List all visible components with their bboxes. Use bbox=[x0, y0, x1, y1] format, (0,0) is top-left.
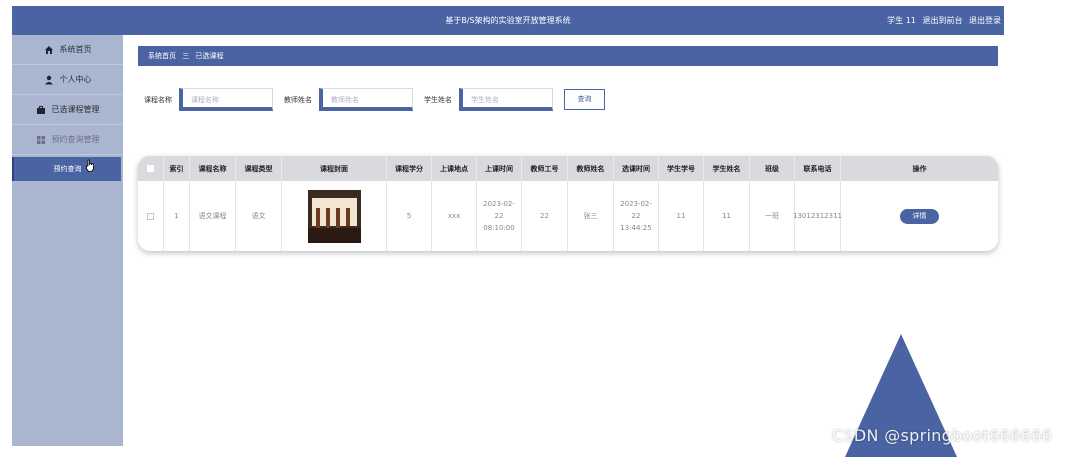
course-name-input[interactable]: 课程名称 bbox=[179, 88, 273, 111]
teacher-name-input[interactable]: 教师姓名 bbox=[319, 88, 413, 111]
sidebar-subitem-booking-query[interactable]: 预约查询 bbox=[12, 157, 121, 181]
sidebar: 系统首页 个人中心 已选课程管理 预约查询管理 预约查询 bbox=[12, 35, 123, 446]
cell-student-name: 11 bbox=[704, 181, 750, 251]
cell-select-time: 2023-02-22 13:44:25 bbox=[614, 181, 659, 251]
sidebar-subitem-label: 预约查询 bbox=[53, 165, 82, 173]
sidebar-item-label: 个人中心 bbox=[59, 75, 92, 84]
column-header: 学生学号 bbox=[659, 156, 704, 181]
column-header: 课程学分 bbox=[387, 156, 432, 181]
row-checkbox[interactable] bbox=[147, 212, 154, 220]
hand-cursor-icon bbox=[86, 159, 94, 172]
sidebar-item-home[interactable]: 系统首页 bbox=[12, 35, 123, 65]
column-header: 教师姓名 bbox=[568, 156, 614, 181]
cell-class-time: 2023-02-22 08:10:00 bbox=[477, 181, 522, 251]
column-header: 教师工号 bbox=[522, 156, 568, 181]
sidebar-item-label: 系统首页 bbox=[59, 45, 92, 54]
current-user: 学生 11 bbox=[887, 16, 916, 25]
row-select-cell bbox=[138, 181, 164, 251]
column-header: 课程类型 bbox=[236, 156, 282, 181]
sidebar-item-label: 已选课程管理 bbox=[51, 105, 100, 114]
briefcase-icon bbox=[36, 105, 45, 114]
cell-course-type: 语文 bbox=[236, 181, 282, 251]
query-button[interactable]: 查询 bbox=[564, 89, 605, 110]
logout-link[interactable]: 退出登录 bbox=[969, 16, 1001, 25]
sidebar-item-label: 预约查询管理 bbox=[51, 135, 100, 144]
home-icon bbox=[44, 45, 53, 54]
cell-course-name: 语文课程 bbox=[190, 181, 236, 251]
cell-teacher-name: 张三 bbox=[568, 181, 614, 251]
student-name-input[interactable]: 学生姓名 bbox=[459, 88, 553, 111]
table-body: 1 语文课程 语文 5 xxx 2023-02-22 08:10:00 22 张… bbox=[138, 181, 998, 251]
column-header: 课程名称 bbox=[190, 156, 236, 181]
search-bar: 课程名称 课程名称 教师姓名 教师姓名 学生姓名 学生姓名 查询 bbox=[123, 85, 1004, 115]
system-title: 基于B/S架构的实验室开放管理系统 bbox=[445, 16, 571, 25]
cell-teacher-no: 22 bbox=[522, 181, 568, 251]
cell-phone: 13012312311 bbox=[793, 181, 842, 251]
course-cover-image bbox=[307, 189, 361, 243]
column-header: 班级 bbox=[750, 156, 795, 181]
cell-index: 1 bbox=[164, 181, 190, 251]
cell-student-no: 11 bbox=[659, 181, 704, 251]
top-bar: 基于B/S架构的实验室开放管理系统 学生 11 退出到前台 退出登录 bbox=[12, 6, 1004, 35]
column-header: 上课时间 bbox=[477, 156, 522, 181]
column-header: 选课时间 bbox=[614, 156, 659, 181]
detail-button[interactable]: 详情 bbox=[900, 208, 939, 224]
cell-course-cover bbox=[282, 181, 387, 251]
breadcrumb-current: 已选课程 bbox=[195, 52, 224, 60]
cell-location: xxx bbox=[432, 181, 477, 251]
select-all-cell bbox=[138, 156, 164, 181]
cell-credit: 5 bbox=[387, 181, 432, 251]
teacher-name-label: 教师姓名 bbox=[284, 96, 312, 104]
top-right-links: 学生 11 退出到前台 退出登录 bbox=[883, 6, 1001, 35]
grid-icon bbox=[36, 135, 45, 144]
breadcrumb: 系统首页 三 已选课程 bbox=[138, 46, 998, 66]
breadcrumb-separator: 三 bbox=[182, 52, 190, 60]
course-table: 索引 课程名称 课程类型 课程封面 课程学分 上课地点 上课时间 教师工号 教师… bbox=[138, 156, 998, 251]
table-header: 索引 课程名称 课程类型 课程封面 课程学分 上课地点 上课时间 教师工号 教师… bbox=[138, 156, 998, 181]
breadcrumb-home[interactable]: 系统首页 bbox=[148, 52, 176, 60]
column-header: 课程封面 bbox=[282, 156, 387, 181]
column-header: 学生姓名 bbox=[704, 156, 750, 181]
sidebar-item-selected-courses[interactable]: 已选课程管理 bbox=[12, 95, 123, 125]
course-name-label: 课程名称 bbox=[144, 96, 172, 104]
column-header: 操作 bbox=[912, 164, 927, 173]
cell-class: 一班 bbox=[750, 181, 795, 251]
sidebar-item-profile[interactable]: 个人中心 bbox=[12, 65, 123, 95]
sidebar-item-booking-management[interactable]: 预约查询管理 bbox=[12, 125, 123, 155]
user-icon bbox=[44, 75, 53, 84]
column-header: 上课地点 bbox=[432, 156, 477, 181]
cell-action: 详情 bbox=[841, 181, 998, 251]
student-name-label: 学生姓名 bbox=[424, 96, 452, 104]
watermark-text: CSDN @springboot666666 bbox=[832, 426, 1053, 445]
exit-to-front-link[interactable]: 退出到前台 bbox=[922, 16, 962, 25]
column-header: 索引 bbox=[164, 156, 190, 181]
select-all-checkbox[interactable] bbox=[147, 165, 154, 172]
column-header: 联系电话 bbox=[795, 156, 841, 181]
